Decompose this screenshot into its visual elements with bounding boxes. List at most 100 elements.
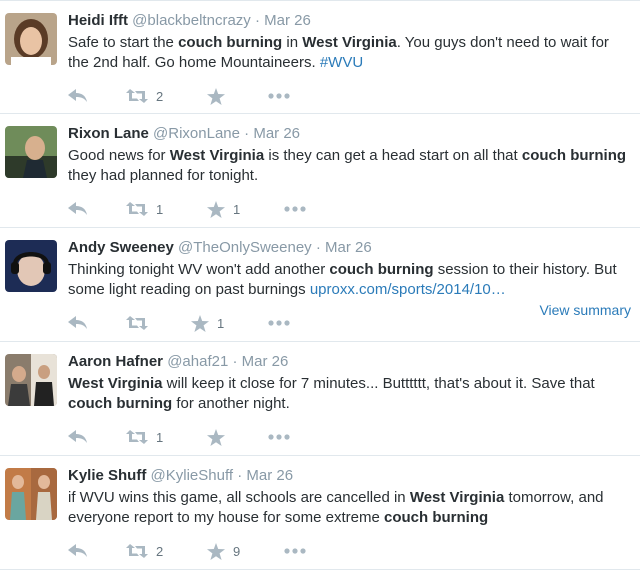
star-icon	[207, 200, 225, 218]
tweet-item: Rixon Lane @RixonLane · Mar 26 Good news…	[0, 114, 640, 228]
separator-dot: ·	[232, 353, 238, 370]
retweet-icon	[126, 316, 148, 330]
favorite-button[interactable]: 1	[207, 198, 240, 220]
more-dots-icon	[268, 320, 290, 326]
retweet-button[interactable]: 1	[126, 198, 163, 220]
avatar[interactable]	[5, 13, 57, 65]
reply-button[interactable]	[68, 85, 88, 107]
more-button[interactable]	[284, 198, 306, 220]
tweet-text-segment: they had planned for tonight.	[68, 167, 259, 184]
tweet-actions: 2 9	[68, 540, 368, 562]
tweet-actions: 1	[68, 426, 368, 448]
user-handle[interactable]: @KylieShuff	[151, 467, 234, 484]
retweet-icon	[126, 430, 148, 444]
favorite-button[interactable]	[207, 85, 233, 107]
display-name[interactable]: Kylie Shuff	[68, 467, 146, 484]
more-dots-icon	[284, 206, 306, 212]
tweet-text-segment: Good news for	[68, 147, 170, 164]
view-summary-link[interactable]: View summary	[539, 302, 631, 318]
tweet-item: Aaron Hafner @ahaf21 · Mar 26 West Virgi…	[0, 342, 640, 456]
more-button[interactable]	[268, 426, 290, 448]
tweet-item: Andy Sweeney @TheOnlySweeney · Mar 26 Th…	[0, 228, 640, 342]
retweet-button[interactable]	[126, 312, 156, 334]
avatar[interactable]	[5, 354, 57, 406]
retweet-count: 2	[156, 543, 164, 559]
star-icon	[207, 428, 225, 446]
avatar[interactable]	[5, 468, 57, 520]
tweet-feed: Heidi Ifft @blackbeltncrazy · Mar 26 Saf…	[0, 0, 640, 574]
tweet-text-segment: Thinking tonight WV won't add another	[68, 261, 330, 278]
tweet-link[interactable]: uproxx.com/sports/2014/10…	[310, 281, 506, 298]
favorite-button[interactable]: 1	[191, 312, 224, 334]
highlighted-keyword: couch burning	[383, 509, 489, 526]
separator-dot: ·	[237, 467, 243, 484]
more-dots-icon	[268, 93, 290, 99]
highlighted-keyword: couch burning	[68, 395, 173, 412]
tweet-link[interactable]: #WVU	[320, 54, 363, 71]
tweet-text-segment: in	[282, 34, 303, 51]
favorite-button[interactable]: 9	[207, 540, 240, 562]
tweet-text: West Virginia will keep it close for 7 m…	[68, 374, 633, 414]
display-name[interactable]: Aaron Hafner	[68, 353, 163, 370]
tweet-timestamp[interactable]: Mar 26	[242, 353, 289, 370]
favorite-count: 9	[233, 543, 241, 559]
tweet-header: Aaron Hafner @ahaf21 · Mar 26	[68, 352, 288, 372]
reply-icon	[68, 89, 87, 102]
retweet-button[interactable]: 2	[126, 540, 163, 562]
tweet-actions: 2	[68, 85, 368, 107]
tweet-header: Rixon Lane @RixonLane · Mar 26	[68, 124, 300, 144]
highlighted-keyword: West Virginia	[302, 34, 397, 51]
highlighted-keyword: couch burning	[521, 147, 627, 164]
tweet-text-segment: Safe to start the	[68, 34, 179, 51]
highlighted-keyword: West Virginia	[68, 375, 163, 392]
highlighted-keyword: West Virginia	[409, 489, 505, 506]
highlighted-keyword: West Virginia	[169, 147, 265, 164]
tweet-text: Thinking tonight WV won't add another co…	[68, 260, 633, 300]
tweet-actions: 1	[68, 312, 368, 334]
tweet-text-segment: is they can get a head start on all that	[264, 147, 522, 164]
retweet-count: 2	[156, 88, 164, 104]
favorite-button[interactable]	[207, 426, 233, 448]
tweet-text-segment: will keep it close for 7 minutes... Butt…	[162, 375, 595, 392]
display-name[interactable]: Andy Sweeney	[68, 239, 174, 256]
reply-icon	[68, 316, 87, 329]
display-name[interactable]: Heidi Ifft	[68, 12, 128, 29]
tweet-timestamp[interactable]: Mar 26	[264, 12, 311, 29]
tweet-text: Safe to start the couch burning in West …	[68, 33, 633, 73]
retweet-button[interactable]: 2	[126, 85, 163, 107]
tweet-header: Andy Sweeney @TheOnlySweeney · Mar 26	[68, 238, 372, 258]
more-button[interactable]	[268, 85, 290, 107]
more-dots-icon	[284, 548, 306, 554]
highlighted-keyword: couch burning	[329, 261, 434, 278]
retweet-icon	[126, 544, 148, 558]
reply-icon	[68, 202, 87, 215]
favorite-count: 1	[217, 315, 225, 331]
avatar[interactable]	[5, 126, 57, 178]
reply-button[interactable]	[68, 426, 88, 448]
more-button[interactable]	[284, 540, 306, 562]
tweet-header: Heidi Ifft @blackbeltncrazy · Mar 26	[68, 11, 311, 31]
tweet-timestamp[interactable]: Mar 26	[246, 467, 293, 484]
user-handle[interactable]: @ahaf21	[167, 353, 228, 370]
tweet-timestamp[interactable]: Mar 26	[325, 239, 372, 256]
reply-button[interactable]	[68, 198, 88, 220]
reply-button[interactable]	[68, 312, 88, 334]
retweet-button[interactable]: 1	[126, 426, 163, 448]
tweet-text-segment: if WVU wins this game, all schools are c…	[68, 489, 410, 506]
reply-icon	[68, 544, 87, 557]
tweet-timestamp[interactable]: Mar 26	[253, 125, 300, 142]
user-handle[interactable]: @blackbeltncrazy	[132, 12, 251, 29]
more-button[interactable]	[268, 312, 290, 334]
avatar[interactable]	[5, 240, 57, 292]
tweet-text: if WVU wins this game, all schools are c…	[68, 488, 633, 528]
retweet-count: 1	[156, 201, 164, 217]
reply-icon	[68, 430, 87, 443]
user-handle[interactable]: @RixonLane	[153, 125, 240, 142]
retweet-icon	[126, 89, 148, 103]
user-handle[interactable]: @TheOnlySweeney	[178, 239, 312, 256]
reply-button[interactable]	[68, 540, 88, 562]
separator-dot: ·	[254, 12, 260, 29]
display-name[interactable]: Rixon Lane	[68, 125, 149, 142]
separator-dot: ·	[315, 239, 321, 256]
tweet-actions: 1 1	[68, 198, 368, 220]
